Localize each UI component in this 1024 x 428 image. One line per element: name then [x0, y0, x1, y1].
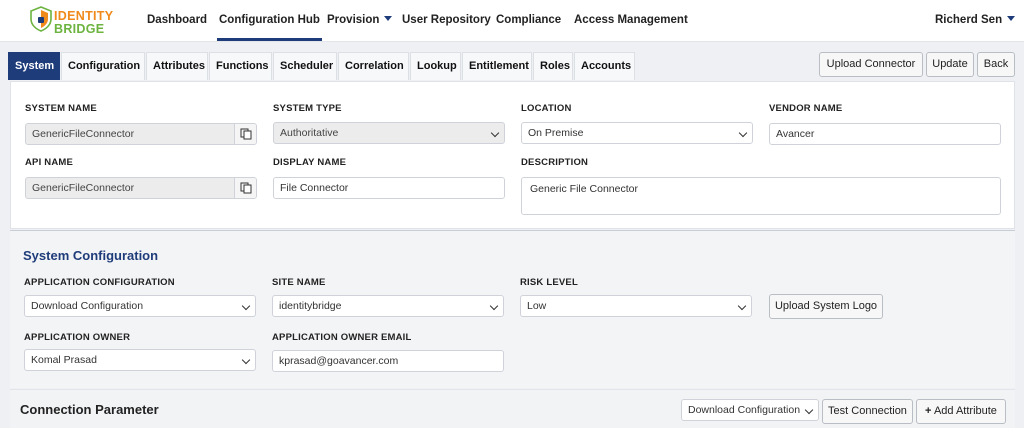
location-label: LOCATION: [521, 103, 572, 114]
location-select[interactable]: On Premise: [521, 122, 753, 144]
tab-configuration[interactable]: Configuration: [61, 52, 145, 80]
api-name-field: GenericFileConnector: [25, 177, 257, 199]
tab-scheduler[interactable]: Scheduler: [273, 52, 337, 80]
vendor-name-input[interactable]: Avancer: [769, 123, 1001, 145]
chevron-down-icon: [489, 301, 499, 311]
brand-line1: IDENTITY: [54, 9, 114, 23]
risk-level-label: RISK LEVEL: [520, 277, 578, 288]
api-name-value: GenericFileConnector: [32, 182, 135, 194]
add-attribute-button[interactable]: + Add Attribute: [916, 399, 1006, 424]
display-name-label: DISPLAY NAME: [273, 157, 347, 168]
app-owner-value: Komal Prasad: [31, 354, 97, 366]
connection-config-select[interactable]: Download Configuration: [681, 399, 819, 421]
system-type-label: SYSTEM TYPE: [273, 103, 342, 114]
chevron-down-icon: [490, 128, 500, 138]
site-name-select[interactable]: identitybridge: [272, 295, 504, 317]
site-name-label: SITE NAME: [272, 277, 326, 288]
add-attribute-label: Add Attribute: [933, 405, 997, 417]
tab-roles[interactable]: Roles: [533, 52, 573, 80]
plus-icon: +: [925, 405, 932, 417]
copy-icon[interactable]: [234, 124, 256, 144]
test-connection-button[interactable]: Test Connection: [822, 399, 913, 424]
tab-accounts[interactable]: Accounts: [574, 52, 635, 80]
tab-system[interactable]: System: [8, 52, 60, 80]
section-title: System Configuration: [23, 248, 159, 263]
nav-dashboard[interactable]: Dashboard: [147, 14, 207, 26]
tab-entitlement[interactable]: Entitlement: [462, 52, 532, 80]
system-details-panel: SYSTEM NAME GenericFileConnector SYSTEM …: [10, 81, 1015, 229]
chevron-down-icon: [241, 301, 251, 311]
nav-configuration-hub[interactable]: Configuration Hub: [217, 14, 322, 41]
chevron-down-icon: [1007, 16, 1016, 21]
chevron-down-icon: [738, 128, 748, 138]
app-owner-email-input[interactable]: kprasad@goavancer.com: [272, 350, 504, 372]
connection-config-value: Download Configuration: [688, 404, 801, 416]
system-name-value: GenericFileConnector: [32, 128, 135, 140]
api-name-label: API NAME: [25, 157, 74, 168]
nav-provision[interactable]: Provision: [327, 14, 393, 26]
shield-logo-icon: [30, 6, 52, 32]
vendor-name-label: VENDOR NAME: [769, 103, 843, 114]
system-name-field: GenericFileConnector: [25, 123, 257, 145]
user-menu[interactable]: Richerd Sen: [935, 14, 1016, 26]
nav-access-management[interactable]: Access Management: [574, 14, 688, 26]
tab-lookup[interactable]: Lookup: [410, 52, 461, 80]
display-name-input[interactable]: File Connector: [273, 177, 505, 199]
system-type-select[interactable]: Authoritative: [273, 122, 505, 144]
system-configuration-panel: System Configuration APPLICATION CONFIGU…: [10, 230, 1015, 388]
description-textarea[interactable]: Generic File Connector: [521, 177, 1001, 215]
connection-parameter-panel: Connection Parameter Download Configurat…: [10, 389, 1015, 428]
tab-bar: System Configuration Attributes Function…: [8, 50, 1017, 80]
app-owner-label: APPLICATION OWNER: [24, 332, 131, 343]
back-button[interactable]: Back: [977, 52, 1015, 77]
system-type-value: Authoritative: [280, 127, 339, 139]
upload-connector-button[interactable]: Upload Connector: [819, 52, 923, 77]
app-config-label: APPLICATION CONFIGURATION: [24, 277, 175, 288]
app-owner-email-label: APPLICATION OWNER EMAIL: [272, 332, 412, 343]
site-name-value: identitybridge: [279, 300, 342, 312]
connection-title: Connection Parameter: [20, 402, 159, 417]
app-owner-select[interactable]: Komal Prasad: [24, 349, 256, 371]
tab-correlation[interactable]: Correlation: [338, 52, 409, 80]
user-name: Richerd Sen: [935, 14, 1003, 26]
update-button[interactable]: Update: [926, 52, 974, 77]
tab-functions[interactable]: Functions: [209, 52, 272, 80]
description-label: DESCRIPTION: [521, 157, 589, 168]
nav-user-repository[interactable]: User Repository: [402, 14, 491, 26]
app-config-select[interactable]: Download Configuration: [24, 295, 256, 317]
nav-compliance[interactable]: Compliance: [496, 14, 561, 26]
nav-provision-label: Provision: [327, 14, 380, 26]
tab-attributes[interactable]: Attributes: [146, 52, 208, 80]
chevron-down-icon: [384, 16, 393, 21]
brand-logo[interactable]: IDENTITY BRIDGE: [30, 6, 125, 36]
chevron-down-icon: [737, 301, 747, 311]
upload-system-logo-button[interactable]: Upload System Logo: [769, 294, 883, 319]
brand-line2: BRIDGE: [54, 22, 105, 36]
risk-level-select[interactable]: Low: [520, 295, 752, 317]
risk-level-value: Low: [527, 300, 547, 312]
location-value: On Premise: [528, 127, 584, 139]
chevron-down-icon: [241, 355, 251, 365]
top-navbar: IDENTITY BRIDGE Dashboard Configuration …: [0, 0, 1024, 42]
copy-icon[interactable]: [234, 178, 256, 198]
app-config-value: Download Configuration: [31, 300, 144, 312]
chevron-down-icon: [804, 405, 814, 415]
system-name-label: SYSTEM NAME: [25, 103, 97, 114]
